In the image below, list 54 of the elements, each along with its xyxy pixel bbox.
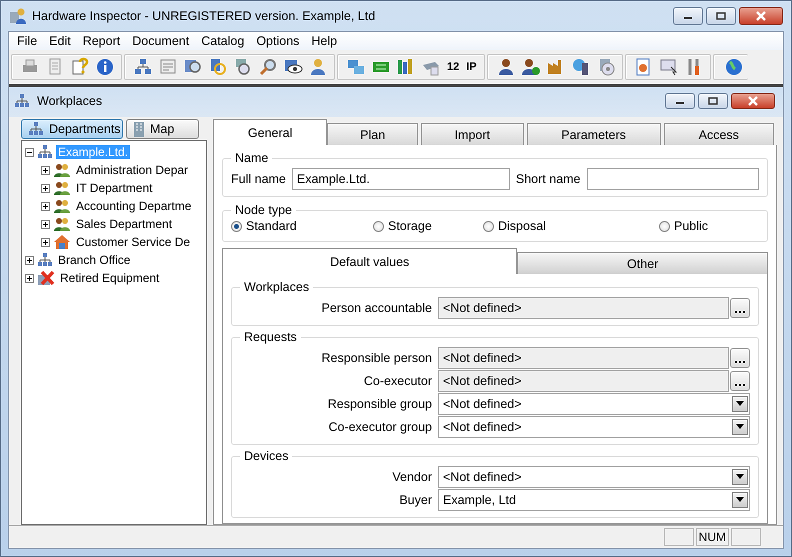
toolbar-button[interactable]: 12 <box>445 56 462 78</box>
radio-option[interactable]: Standard <box>231 219 297 233</box>
tree-item[interactable]: Branch Office <box>56 253 132 267</box>
tree-item[interactable]: Administration Depar <box>74 163 190 177</box>
field-label: Responsible person <box>320 350 432 364</box>
window-title: Hardware Inspector - UNREGISTERED version. Example, Ltd <box>32 9 376 23</box>
radio-option[interactable]: Public <box>659 219 708 233</box>
radio-option[interactable]: Disposal <box>483 219 546 233</box>
view-tab[interactable]: Departments <box>21 119 123 139</box>
dropdown[interactable]: Example, Ltd <box>438 488 750 510</box>
tree-item[interactable]: Accounting Departme <box>74 199 194 213</box>
menu-item[interactable]: Catalog <box>195 34 250 48</box>
field-label: Person accountable <box>320 300 432 314</box>
tab[interactable]: Import <box>421 123 524 145</box>
dropdown[interactable]: <Not defined> <box>438 466 750 488</box>
tree-item[interactable]: Customer Service De <box>74 235 192 249</box>
field-label: Co-executor <box>362 374 432 388</box>
menu-item[interactable]: Document <box>126 34 196 48</box>
tree-item[interactable]: IT Department <box>74 181 154 195</box>
status-indicator: NUM <box>696 528 729 546</box>
menu-item[interactable]: File <box>11 34 44 48</box>
readonly-field: <Not defined> <box>438 296 729 318</box>
field-label: Buyer <box>398 492 432 506</box>
tab[interactable]: Access <box>664 123 774 145</box>
group-title: Devices <box>243 449 290 463</box>
view-tab[interactable]: Map <box>126 119 199 139</box>
menu-item[interactable]: Help <box>305 34 344 48</box>
menu-item[interactable]: Report <box>76 34 126 48</box>
full-name-field[interactable]: Example.Ltd. <box>292 168 510 190</box>
field-label: Co-executor group <box>327 420 432 434</box>
readonly-field: <Not defined> <box>438 346 729 368</box>
field-label: Full name <box>231 172 286 186</box>
field-label: Vendor <box>391 470 432 484</box>
tab[interactable]: Parameters <box>526 123 661 145</box>
radio-option[interactable]: Storage <box>373 219 432 233</box>
tree-item[interactable]: Retired Equipment <box>58 271 162 285</box>
field-label: Short name <box>516 172 581 186</box>
group-title: Node type <box>234 203 293 217</box>
toolbar-button[interactable]: IP <box>464 56 479 78</box>
dropdown[interactable]: <Not defined> <box>438 416 750 438</box>
dropdown[interactable]: <Not defined> <box>438 392 750 414</box>
group-title: Name <box>234 151 270 165</box>
menu-item[interactable]: Edit <box>43 34 77 48</box>
menu-item[interactable]: Options <box>250 34 306 48</box>
panel-title: Workplaces <box>37 94 104 108</box>
group-title: Workplaces <box>243 280 310 294</box>
field-label: Responsible group <box>326 396 432 410</box>
tab[interactable]: Other <box>517 252 768 274</box>
readonly-field: <Not defined> <box>438 370 729 392</box>
tab[interactable]: Default values <box>222 248 518 274</box>
tab[interactable]: Plan <box>327 123 418 145</box>
tab[interactable]: General <box>213 119 328 145</box>
tree-item[interactable]: Sales Department <box>74 217 174 231</box>
group-title: Requests <box>243 330 298 344</box>
